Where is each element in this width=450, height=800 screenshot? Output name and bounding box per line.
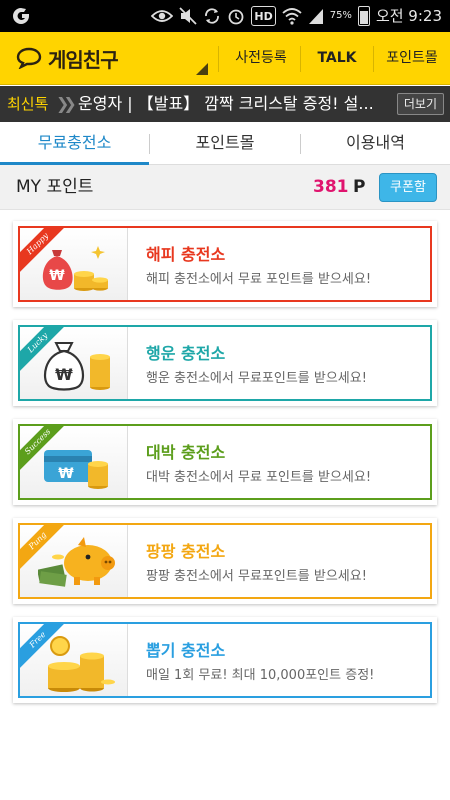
tab-history[interactable]: 이용내역: [301, 122, 450, 165]
card-illustration: Free: [20, 624, 128, 696]
ticker-tag: 최신톡: [7, 95, 49, 113]
charge-station-list: ₩ Happy 해피 충전소 해피 충전소에서 무료 포인트를 받으세요! ₩ …: [0, 210, 450, 800]
tab-point-mall[interactable]: 포인트몰: [150, 122, 300, 165]
ribbon-label: Success: [20, 426, 66, 472]
tab-bar: 무료충전소 포인트몰 이용내역: [0, 122, 450, 165]
alarm-icon: [228, 9, 244, 25]
ribbon-label: Happy: [20, 228, 66, 274]
card-pung-station[interactable]: Pung 팡팡 충전소 팡팡 충전소에서 무료포인트를 받으세요!: [13, 518, 437, 604]
clock: 오전 9:23: [375, 7, 442, 25]
card-description: 매일 1회 무료! 최대 10,000포인트 증정!: [146, 668, 375, 683]
app-logo[interactable]: 게임친구: [16, 42, 119, 74]
card-description: 해피 충전소에서 무료 포인트를 받으세요!: [146, 272, 372, 287]
double-chevron-icon: ❯❯: [56, 94, 77, 113]
card-title: 행운 충전소: [146, 344, 226, 363]
card-free-station[interactable]: Free 뽑기 충전소 매일 1회 무료! 최대 10,000포인트 증정!: [13, 617, 437, 703]
card-description: 행운 충전소에서 무료포인트를 받으세요!: [146, 371, 367, 386]
card-description: 대박 충전소에서 무료 포인트를 받으세요!: [146, 470, 372, 485]
app-title: 게임친구: [48, 47, 119, 72]
status-bar: HD 75% 오전 9:23: [0, 0, 450, 32]
point-value: 381: [313, 177, 349, 197]
card-description: 팡팡 충전소에서 무료포인트를 받으세요!: [146, 569, 367, 584]
card-illustration: ₩ Lucky: [20, 327, 128, 399]
ribbon-label: Free: [20, 624, 66, 670]
my-point-bar: MY 포인트 381 P 쿠폰함: [0, 165, 450, 210]
card-title: 대박 충전소: [146, 443, 226, 462]
signal-icon: [308, 9, 323, 24]
tab-free-charge[interactable]: 무료충전소: [0, 122, 149, 165]
card-illustration: ₩ Happy: [20, 228, 128, 300]
speech-bubble-icon: [16, 47, 42, 69]
card-title: 뽑기 충전소: [146, 641, 226, 660]
battery-percent: 75%: [329, 10, 352, 21]
mute-icon: [179, 7, 197, 25]
my-point-label: MY 포인트: [16, 177, 94, 197]
ribbon-label: Lucky: [20, 327, 66, 373]
news-ticker[interactable]: 최신톡 ❯❯ 운영자 | 【발표】 깜짝 크리스탈 증정! 설... 더보기: [0, 86, 450, 122]
wifi-icon: [282, 8, 302, 25]
header-corner-mark: [196, 63, 208, 75]
nav-point-mall[interactable]: 포인트몰: [374, 32, 450, 85]
battery-icon: [357, 6, 370, 26]
hd-icon: HD: [251, 6, 276, 26]
card-happy-station[interactable]: ₩ Happy 해피 충전소 해피 충전소에서 무료 포인트를 받으세요!: [13, 221, 437, 307]
nav-preregister[interactable]: 사전등록: [221, 32, 301, 85]
card-illustration: Pung: [20, 525, 128, 597]
card-lucky-station[interactable]: ₩ Lucky 행운 충전소 행운 충전소에서 무료포인트를 받으세요!: [13, 320, 437, 406]
eye-icon: [151, 10, 174, 22]
carrier-logo-icon: [13, 8, 29, 24]
sync-icon: [205, 8, 220, 24]
card-illustration: ₩ Success: [20, 426, 128, 498]
ribbon-label: Pung: [20, 525, 66, 571]
more-button[interactable]: 더보기: [396, 93, 444, 115]
point-unit: P: [353, 177, 366, 197]
card-title: 팡팡 충전소: [146, 542, 226, 561]
divider: [218, 46, 219, 72]
nav-talk[interactable]: TALK: [301, 32, 373, 85]
card-success-station[interactable]: ₩ Success 대박 충전소 대박 충전소에서 무료 포인트를 받으세요!: [13, 419, 437, 505]
app-header: 게임친구 사전등록 TALK 포인트몰: [0, 32, 450, 85]
coupon-box-button[interactable]: 쿠폰함: [379, 173, 437, 202]
ticker-text[interactable]: 운영자 | 【발표】 깜짝 크리스탈 증정! 설...: [78, 86, 378, 122]
card-title: 해피 충전소: [146, 245, 226, 264]
